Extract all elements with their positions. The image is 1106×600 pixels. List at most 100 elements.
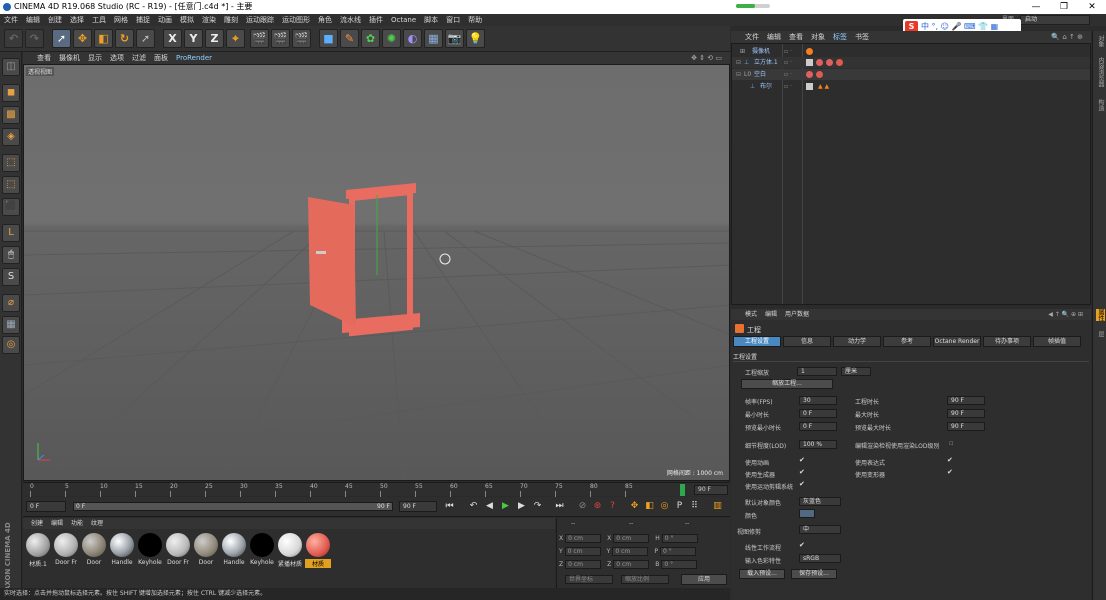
mat-menu-edit[interactable]: 编辑: [47, 518, 67, 529]
grid-icon[interactable]: ▦: [2, 316, 20, 334]
material-tag-icon[interactable]: [816, 59, 823, 66]
use-generators-checkbox[interactable]: ✔: [799, 468, 805, 476]
am-menu-edit[interactable]: 编辑: [761, 309, 781, 320]
coordinate-system-icon[interactable]: ⌖: [226, 29, 245, 48]
tab-octane-render[interactable]: Octane Render: [933, 336, 981, 347]
tab-referencing[interactable]: 参考: [883, 336, 931, 347]
input-color-profile-dropdown[interactable]: sRGB: [799, 554, 841, 563]
material-swatch[interactable]: Door: [193, 533, 219, 566]
3d-viewport[interactable]: 透视视图 网格间距 : 1000 cm: [23, 64, 730, 481]
vp-menu-prorender[interactable]: ProRender: [172, 52, 216, 64]
render-lod-checkbox[interactable]: ▫: [949, 439, 954, 447]
phong-tag-icon[interactable]: [806, 59, 813, 66]
tab-project-settings[interactable]: 工程设置: [733, 336, 781, 347]
texture-mode-icon[interactable]: ▩: [2, 106, 20, 124]
render-view-icon[interactable]: 🎬: [250, 29, 269, 48]
om-menu-file[interactable]: 文件: [741, 31, 763, 43]
next-frame-icon[interactable]: ▶: [515, 500, 528, 513]
go-to-start-icon[interactable]: ⏮: [443, 500, 456, 513]
scale-field[interactable]: 1: [797, 367, 837, 376]
use-motion-system-checkbox[interactable]: ✔: [799, 480, 805, 488]
tab-info[interactable]: 信息: [783, 336, 831, 347]
next-key-icon[interactable]: ↷: [531, 500, 544, 513]
playhead[interactable]: [680, 484, 685, 496]
tab-content-browser[interactable]: 内容浏览器: [1096, 57, 1105, 87]
material-tag-icon[interactable]: [816, 71, 823, 78]
light-icon[interactable]: 💡: [466, 29, 485, 48]
rot-b-field[interactable]: 0 °: [661, 560, 698, 569]
start-frame-field[interactable]: 0 F: [26, 501, 66, 512]
vp-menu-panel[interactable]: 面板: [150, 52, 172, 64]
recent-tool-icon[interactable]: ➚: [136, 29, 155, 48]
keyframe-selection-icon[interactable]: ?: [606, 500, 619, 513]
size-y-field[interactable]: 0 cm: [612, 547, 649, 556]
scale-dropdown[interactable]: 缩放比例: [621, 575, 669, 584]
z-axis-lock-icon[interactable]: Z: [205, 29, 224, 48]
menu-file[interactable]: 文件: [0, 14, 22, 26]
subdivision-icon[interactable]: ✿: [361, 29, 380, 48]
view-clip-dropdown[interactable]: 中: [799, 525, 841, 534]
om-menu-bookmarks[interactable]: 书签: [851, 31, 873, 43]
model-mode-icon[interactable]: ◼: [2, 84, 20, 102]
fps-field[interactable]: 30: [799, 396, 837, 405]
material-swatch[interactable]: Door Fr: [165, 533, 191, 566]
close-button[interactable]: ✕: [1078, 0, 1106, 14]
vp-menu-view[interactable]: 查看: [33, 52, 55, 64]
expand-icon[interactable]: ⊟: [736, 57, 741, 68]
menu-character[interactable]: 角色: [314, 14, 336, 26]
material-swatch[interactable]: 材质.1: [25, 533, 51, 568]
material-swatch-selected[interactable]: 材质: [305, 533, 331, 568]
cube-icon[interactable]: ■: [319, 29, 338, 48]
minimize-button[interactable]: —: [1022, 0, 1050, 14]
previous-frame-icon[interactable]: ◀: [483, 500, 496, 513]
previous-key-icon[interactable]: ↶: [467, 500, 480, 513]
material-tag-icon[interactable]: [836, 59, 843, 66]
edges-mode-icon[interactable]: ⬚: [2, 176, 20, 194]
current-frame-field[interactable]: 90 F: [694, 485, 728, 495]
preview-max-field[interactable]: 90 F: [947, 422, 985, 431]
auto-key-icon[interactable]: ⊛: [591, 500, 604, 513]
preview-range-slider[interactable]: 0 F 90 F: [73, 502, 393, 511]
menu-octane[interactable]: Octane: [387, 14, 420, 26]
rot-p-field[interactable]: 0 °: [659, 547, 696, 556]
om-menu-edit[interactable]: 编辑: [763, 31, 785, 43]
material-swatch[interactable]: Door: [81, 533, 107, 566]
pen-icon[interactable]: ✎: [340, 29, 359, 48]
menu-create[interactable]: 创建: [44, 14, 66, 26]
tab-dynamics[interactable]: 动力学: [833, 336, 881, 347]
record-keys-icon[interactable]: ⊘: [576, 500, 589, 513]
move-icon[interactable]: ✥: [73, 29, 92, 48]
timeline-icon[interactable]: ▥: [711, 500, 724, 513]
material-swatch[interactable]: Handle: [109, 533, 135, 566]
pos-y-field[interactable]: 0 cm: [564, 547, 601, 556]
live-select-icon[interactable]: ➚: [52, 29, 71, 48]
make-editable-icon[interactable]: ◫: [2, 58, 20, 76]
load-preset-button[interactable]: 载入预设...: [739, 569, 785, 579]
tweak-mode-icon[interactable]: 🖱: [2, 246, 20, 264]
mat-menu-create[interactable]: 创建: [27, 518, 47, 529]
workplane-icon[interactable]: ◈: [2, 128, 20, 146]
menu-sculpt[interactable]: 雕刻: [220, 14, 242, 26]
rotation-key-icon[interactable]: ◎: [658, 500, 671, 513]
rot-h-field[interactable]: 0 °: [661, 534, 698, 543]
workplane-lock-icon[interactable]: ⌀: [2, 294, 20, 312]
floor-icon[interactable]: ▦: [424, 29, 443, 48]
size-x-field[interactable]: 0 cm: [613, 534, 650, 543]
timeline-ruler[interactable]: 0 5 10 15 20 25 30 35 40 45 50 55 60 65 …: [23, 482, 730, 497]
menu-snap[interactable]: 捕捉: [132, 14, 154, 26]
menu-select[interactable]: 选择: [66, 14, 88, 26]
object-row-cube[interactable]: ⊟ ⊥ 立方体.1 ▫ ·: [732, 57, 1090, 68]
deformer-icon[interactable]: ◐: [403, 29, 422, 48]
end-frame-field[interactable]: 90 F: [399, 501, 437, 512]
layout-select[interactable]: 启动: [1020, 15, 1090, 25]
project-time-field[interactable]: 90 F: [947, 396, 985, 405]
scale-icon[interactable]: ◧: [94, 29, 113, 48]
object-row-camera[interactable]: ⊞ 摄像机 ▫ ·: [732, 46, 1090, 57]
tab-frame-interpolation[interactable]: 帧插值: [1033, 336, 1081, 347]
render-to-picture-viewer-icon[interactable]: 🎬: [271, 29, 290, 48]
vp-menu-cameras[interactable]: 摄像机: [55, 52, 84, 64]
material-swatch[interactable]: Keyhole: [137, 533, 163, 566]
om-search-icons[interactable]: 🔍 ⌂ ↑ ⊕: [1047, 31, 1087, 43]
vp-menu-display[interactable]: 显示: [84, 52, 106, 64]
object-row-boole[interactable]: ⊥ 布尔 ▫ · ▲ ▲: [732, 81, 1090, 92]
